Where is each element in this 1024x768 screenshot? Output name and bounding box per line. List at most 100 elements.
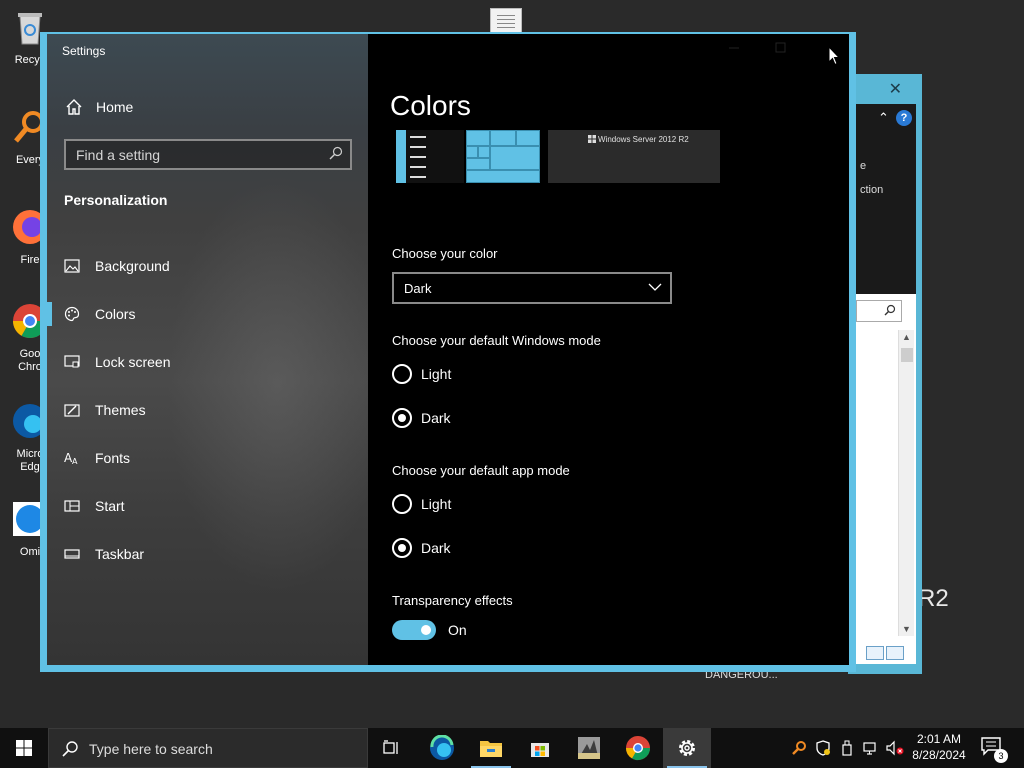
app-icon: [578, 737, 600, 759]
taskbar-clock[interactable]: 2:01 AM 8/28/2024: [904, 731, 974, 763]
windows-logo-icon: [16, 740, 32, 756]
themes-icon: [64, 404, 80, 417]
taskbar-edge[interactable]: [418, 728, 466, 768]
everything-search-icon: [792, 741, 806, 755]
radio-circle[interactable]: [392, 538, 412, 558]
desktop-file-icon[interactable]: [490, 8, 522, 34]
transparency-toggle-row[interactable]: On: [392, 620, 467, 640]
clock-time: 2:01 AM: [916, 732, 962, 746]
nav-item-fonts[interactable]: A A Fonts: [47, 434, 368, 482]
choose-color-label: Choose your color: [392, 246, 498, 261]
maximize-icon[interactable]: [772, 42, 788, 54]
image-icon: [64, 259, 80, 273]
large-icons-view-icon[interactable]: [886, 646, 904, 660]
background-explorer-window[interactable]: ✕ ⌃ ? e ction ▲ ▼: [848, 74, 922, 674]
nav-item-background[interactable]: Background: [47, 242, 368, 290]
radio-circle[interactable]: [392, 364, 412, 384]
view-switcher: [866, 646, 910, 662]
settings-content-pane: Colors Windows Server 2012 R2 Choose you…: [368, 34, 849, 665]
nav-label: Themes: [95, 402, 146, 418]
start-button[interactable]: [0, 728, 48, 768]
dropdown-value: Dark: [404, 281, 432, 296]
taskbar-search-placeholder: Type here to search: [89, 741, 213, 757]
settings-window[interactable]: Settings Home Personalization: [40, 32, 856, 672]
app-mode-dark-radio[interactable]: Dark: [392, 538, 451, 558]
taskbar-chrome[interactable]: [614, 728, 662, 768]
taskbar-app[interactable]: [565, 728, 613, 768]
fonts-icon: A A: [64, 451, 78, 466]
home-link[interactable]: Home: [65, 98, 133, 116]
lock-screen-icon: [64, 355, 80, 368]
choose-color-dropdown[interactable]: Dark: [392, 272, 672, 304]
settings-nav-pane: Settings Home Personalization: [47, 34, 368, 665]
find-setting-input[interactable]: [76, 146, 316, 164]
preview-start-menu: [396, 130, 464, 183]
windows-mode-light-radio[interactable]: Light: [392, 364, 451, 384]
svg-text:A: A: [72, 457, 78, 466]
find-setting-search[interactable]: [64, 139, 352, 170]
radio-label: Light: [421, 496, 452, 512]
search-icon: [62, 741, 78, 757]
ribbon-text: ction: [860, 184, 884, 196]
radio-label: Light: [421, 366, 452, 382]
minimize-icon[interactable]: [726, 42, 742, 54]
action-center-button[interactable]: 3: [980, 736, 1008, 763]
nav-item-colors[interactable]: Colors: [47, 290, 368, 338]
scroll-thumb[interactable]: [901, 348, 913, 362]
network-icon: [863, 742, 876, 755]
preview-brand: Windows Server 2012 R2: [598, 135, 689, 144]
ribbon-text: e: [860, 160, 867, 172]
nav-item-lock-screen[interactable]: Lock screen: [47, 338, 368, 386]
task-view-button[interactable]: [368, 728, 416, 768]
taskbar-settings[interactable]: [663, 728, 711, 768]
nav-label: Taskbar: [95, 546, 145, 562]
scroll-up-icon[interactable]: ▲: [902, 332, 911, 342]
window-title: Settings: [62, 44, 106, 58]
home-icon: [66, 99, 82, 115]
close-icon[interactable]: ✕: [889, 79, 902, 99]
shield-icon: [816, 740, 830, 756]
search-icon: [329, 146, 343, 160]
radio-circle[interactable]: [392, 494, 412, 514]
transparency-toggle[interactable]: [392, 620, 436, 640]
preview-tiles: [466, 130, 540, 183]
windows-mode-label: Choose your default Windows mode: [392, 333, 601, 348]
edge-icon: [430, 735, 454, 760]
preview-desktop: Windows Server 2012 R2: [548, 130, 720, 183]
settings-gear-icon: [679, 740, 695, 756]
app-mode-label: Choose your default app mode: [392, 463, 570, 478]
mouse-cursor-icon: [828, 46, 840, 66]
details-view-icon[interactable]: [866, 646, 884, 660]
nav-item-taskbar[interactable]: Taskbar: [47, 530, 368, 578]
radio-label: Dark: [421, 410, 451, 426]
taskbar-icon: [64, 549, 80, 559]
scroll-down-icon[interactable]: ▼: [902, 624, 911, 634]
nav-label: Colors: [95, 306, 136, 322]
chevron-down-icon: [648, 283, 662, 291]
tray-device[interactable]: [836, 728, 858, 768]
nav-item-start[interactable]: Start: [47, 482, 368, 530]
tray-volume[interactable]: [884, 728, 906, 768]
nav-label: Background: [95, 258, 170, 274]
nav-item-themes[interactable]: Themes: [47, 386, 368, 434]
scrollbar[interactable]: ▲ ▼: [898, 330, 914, 636]
tray-security[interactable]: [812, 728, 834, 768]
store-icon: [531, 743, 549, 757]
help-icon[interactable]: ?: [896, 110, 912, 126]
task-view-icon: [383, 740, 398, 754]
radio-label: Dark: [421, 540, 451, 556]
taskbar-file-explorer[interactable]: [467, 728, 515, 768]
collapse-ribbon-icon[interactable]: ⌃: [878, 110, 889, 126]
server-watermark: R2: [918, 585, 949, 612]
windows-logo-icon: [588, 135, 596, 143]
search-icon: [884, 304, 896, 316]
explorer-search-input[interactable]: [856, 300, 902, 322]
radio-circle[interactable]: [392, 408, 412, 428]
tray-network[interactable]: [860, 728, 882, 768]
taskbar-store[interactable]: [516, 728, 564, 768]
taskbar-search-box[interactable]: Type here to search: [48, 728, 368, 768]
windows-mode-dark-radio[interactable]: Dark: [392, 408, 451, 428]
tray-everything[interactable]: [788, 728, 810, 768]
app-mode-light-radio[interactable]: Light: [392, 494, 451, 514]
home-label: Home: [96, 99, 134, 115]
